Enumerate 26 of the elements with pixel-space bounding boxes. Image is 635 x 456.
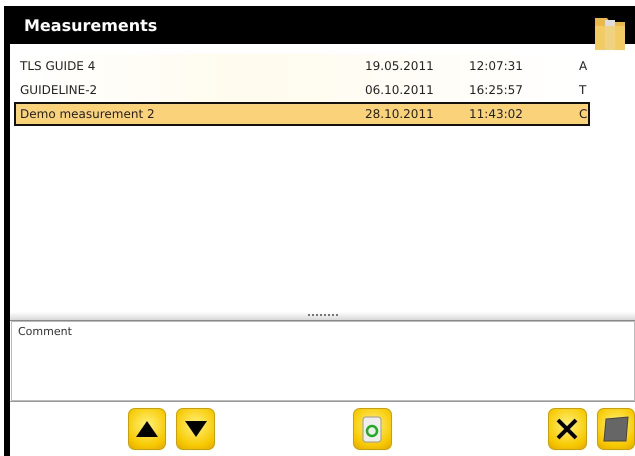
measurement-row[interactable]: Demo measurement 2 28.10.2011 11:43:02 C [14, 102, 590, 126]
recycle-bin-icon [362, 415, 382, 443]
close-button[interactable] [548, 408, 587, 450]
close-icon [556, 418, 578, 440]
delete-button[interactable] [353, 408, 392, 450]
book-icon [602, 416, 630, 442]
up-arrow-icon [136, 421, 158, 437]
up-button[interactable] [128, 408, 166, 450]
down-button[interactable] [176, 408, 215, 450]
measurement-type: A [579, 59, 588, 73]
measurement-time: 11:43:02 [469, 107, 524, 121]
window-title: Measurements [24, 16, 158, 34]
measurement-name: TLS GUIDE 4 [20, 59, 96, 73]
down-arrow-icon [184, 421, 207, 437]
measurement-date: 06.10.2011 [365, 83, 435, 97]
comment-field[interactable]: Comment [11, 321, 635, 401]
measurement-type: T [579, 83, 588, 97]
open-button[interactable] [596, 408, 635, 450]
splitter-handle[interactable] [10, 312, 635, 321]
measurement-type: C [579, 107, 588, 121]
measurement-date: 28.10.2011 [365, 107, 435, 121]
measurement-time: 16:25:57 [469, 83, 524, 97]
measurement-name: GUIDELINE-2 [20, 83, 98, 97]
measurement-time: 12:07:31 [469, 59, 524, 73]
measurement-name: Demo measurement 2 [20, 107, 156, 121]
measurement-date: 19.05.2011 [365, 59, 435, 73]
